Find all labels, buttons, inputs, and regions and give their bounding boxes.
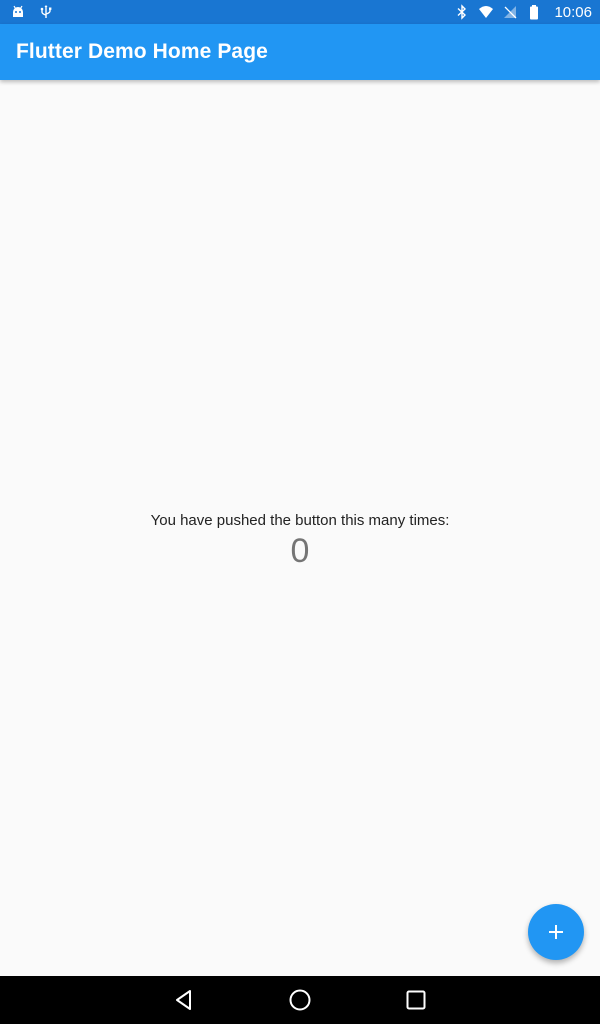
page-title: Flutter Demo Home Page: [16, 40, 268, 63]
counter-label: You have pushed the button this many tim…: [150, 511, 450, 529]
screen: 10:06 Flutter Demo Home Page You have pu…: [0, 0, 600, 1024]
add-icon: [549, 925, 563, 939]
battery-icon: [526, 4, 542, 20]
home-icon: [289, 989, 311, 1011]
recents-button[interactable]: [403, 987, 429, 1013]
status-bar: 10:06: [0, 0, 600, 24]
navigation-bar: [0, 976, 600, 1024]
status-time: 10:06: [554, 3, 592, 21]
main-content: You have pushed the button this many tim…: [0, 80, 600, 976]
app-bar: Flutter Demo Home Page: [0, 24, 600, 80]
status-left: [10, 4, 54, 20]
no-signal-icon: [502, 4, 518, 20]
increment-button[interactable]: [528, 904, 584, 960]
back-button[interactable]: [171, 987, 197, 1013]
recents-icon: [406, 990, 426, 1010]
wifi-icon: [478, 4, 494, 20]
counter-value: 0: [290, 531, 310, 570]
usb-icon: [38, 4, 54, 20]
status-right: 10:06: [454, 4, 592, 21]
back-icon: [176, 990, 191, 1010]
android-icon: [10, 4, 26, 20]
bluetooth-icon: [454, 4, 470, 20]
home-button[interactable]: [287, 987, 313, 1013]
